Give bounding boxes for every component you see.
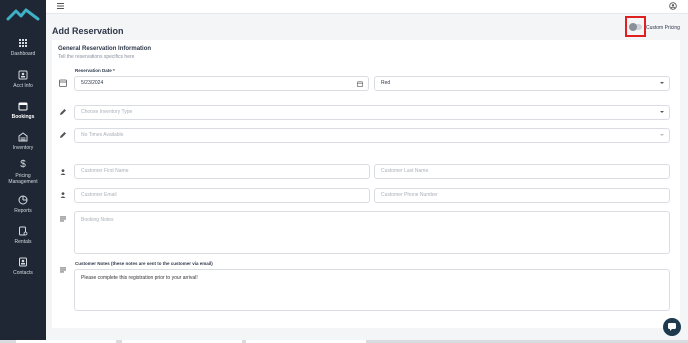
logo-icon[interactable]: [6, 6, 40, 22]
sidebar-item-label: Rentals: [14, 239, 32, 245]
sidebar-item-label: Dashboard: [10, 51, 36, 57]
booking-notes-textarea[interactable]: Booking Notes: [74, 211, 670, 254]
last-name-input[interactable]: Customer Last Name: [374, 164, 670, 179]
id-card-icon: [18, 70, 28, 80]
last-name-placeholder: Customer Last Name: [381, 168, 429, 174]
reports-icon: [18, 195, 28, 205]
rentals-icon: [19, 226, 28, 236]
section-subtitle: Tell the reservations specifics here: [58, 54, 135, 60]
sidebar-item-label: Inventory: [12, 145, 34, 151]
sidebar-item-label: Contacts: [13, 270, 33, 276]
chat-icon: [668, 323, 676, 331]
chevron-down-icon: [660, 134, 664, 136]
calendar-icon: [18, 102, 28, 111]
sidebar: Dashboard Acct Info Bookings Inventory $…: [0, 0, 46, 343]
phone-input[interactable]: Customer Phone Number: [374, 188, 670, 203]
customer-notes-value: Please complete this registration prior …: [81, 275, 198, 281]
menu-icon[interactable]: [57, 3, 64, 9]
times-select[interactable]: No Times Available: [74, 128, 670, 143]
customer-notes-textarea[interactable]: Please complete this registration prior …: [74, 269, 670, 311]
times-placeholder: No Times Available: [81, 132, 124, 138]
notes-icon: [60, 267, 66, 273]
reservation-date-input[interactable]: 5/23/2024: [74, 76, 369, 91]
grid-icon: [19, 39, 27, 47]
reservation-date-value: 5/23/2024: [81, 80, 104, 86]
inventory-type-select[interactable]: Choose Inventory Type: [74, 105, 670, 120]
account-settings-icon[interactable]: [669, 2, 677, 10]
chevron-down-icon: [660, 111, 664, 113]
sidebar-item-contacts[interactable]: Contacts: [0, 257, 46, 276]
contacts-icon: [19, 257, 27, 267]
person-icon: [60, 169, 66, 175]
sidebar-item-dashboard[interactable]: Dashboard: [0, 38, 46, 57]
sidebar-item-acct-info[interactable]: Acct Info: [0, 70, 46, 89]
first-name-placeholder: Customer First Name: [81, 168, 129, 174]
inventory-type-placeholder: Choose Inventory Type: [81, 109, 133, 115]
first-name-input[interactable]: Customer First Name: [74, 164, 370, 179]
booking-notes-placeholder: Booking Notes: [81, 217, 114, 223]
sidebar-item-pricing-management[interactable]: $ Pricing Management: [0, 159, 46, 186]
dollar-icon: $: [20, 159, 26, 170]
sidebar-item-label-line2: Management: [8, 179, 38, 185]
email-input[interactable]: Customer Email: [74, 188, 370, 203]
sidebar-item-label: Reports: [14, 208, 32, 214]
page-title: Add Reservation: [52, 26, 124, 36]
section-title: General Reservation Information: [58, 46, 152, 52]
inventory-icon: [18, 132, 28, 142]
day-select[interactable]: Red: [374, 76, 670, 91]
reservation-date-label: Reservation Date *: [75, 68, 115, 73]
custom-pricing-label: Custom Pricing: [646, 25, 680, 31]
sidebar-item-inventory[interactable]: Inventory: [0, 132, 46, 151]
day-select-value: Red: [381, 80, 391, 86]
sidebar-item-rentals[interactable]: Rentals: [0, 226, 46, 245]
sidebar-item-reports[interactable]: Reports: [0, 195, 46, 214]
chat-button[interactable]: [663, 318, 681, 336]
sidebar-item-label: Bookings: [11, 114, 35, 120]
person-icon: [60, 192, 66, 198]
sidebar-item-bookings[interactable]: Bookings: [0, 101, 46, 120]
chevron-down-icon: [660, 82, 664, 84]
email-placeholder: Customer Email: [81, 192, 117, 198]
pencil-icon: [60, 109, 66, 115]
highlight-box: [625, 16, 646, 37]
calendar-icon: [59, 79, 67, 87]
customer-notes-label: Customer Notes (these notes are sent to …: [75, 261, 213, 266]
top-bar: [46, 0, 688, 14]
phone-placeholder: Customer Phone Number: [381, 192, 438, 198]
notes-icon: [60, 216, 66, 222]
sidebar-item-label: Acct Info: [13, 83, 33, 89]
date-picker-icon[interactable]: [357, 81, 363, 87]
pencil-icon: [60, 132, 66, 138]
